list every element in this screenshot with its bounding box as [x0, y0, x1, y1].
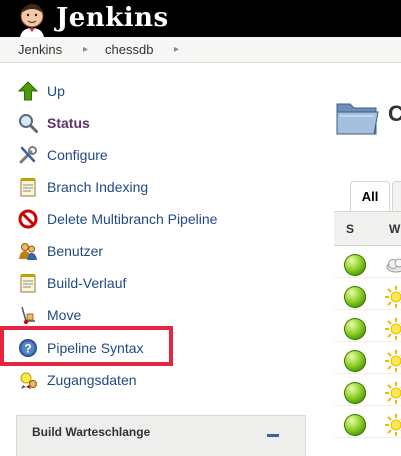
task-label[interactable]: Benutzer: [47, 243, 103, 259]
column-header-weather[interactable]: W: [389, 222, 400, 236]
task-label[interactable]: Zugangsdaten: [47, 372, 137, 388]
task-branch-indexing[interactable]: Branch Indexing: [18, 175, 278, 199]
page-title: C: [388, 101, 401, 126]
sunny-weather-icon: [385, 286, 401, 308]
task-delete-multibranch-pipeline[interactable]: Delete Multibranch Pipeline: [18, 207, 278, 231]
up-arrow-icon: [18, 81, 38, 101]
task-label[interactable]: Branch Indexing: [47, 179, 148, 195]
table-row: [334, 341, 401, 374]
task-label[interactable]: Configure: [47, 147, 108, 163]
chevron-right-icon[interactable]: ▸: [174, 37, 179, 62]
table-row: [334, 245, 401, 278]
task-status[interactable]: Status: [18, 111, 278, 135]
build-queue-title[interactable]: Build Warteschlange: [32, 425, 150, 439]
notepad-icon: [20, 178, 36, 197]
no-entry-icon: [18, 209, 38, 229]
folder-icon: [336, 103, 379, 135]
table-row: [334, 373, 401, 406]
task-up[interactable]: Up: [18, 79, 278, 103]
status-success-icon: [344, 350, 366, 372]
tab-all[interactable]: All: [350, 181, 390, 212]
table-header: S W: [334, 211, 401, 246]
sunny-weather-icon: [385, 318, 401, 340]
column-header-status[interactable]: S: [346, 222, 354, 236]
breadcrumb-item-chessdb[interactable]: chessdb: [105, 37, 153, 62]
brand-title[interactable]: Jenkins: [56, 1, 169, 35]
hand-truck-icon: [21, 306, 35, 324]
task-label[interactable]: Delete Multibranch Pipeline: [47, 211, 217, 227]
jenkins-butler-icon[interactable]: [14, 1, 50, 37]
highlight-box: [0, 326, 173, 366]
sunny-weather-icon: [385, 350, 401, 372]
task-label[interactable]: Move: [47, 307, 81, 323]
top-header: Jenkins: [0, 0, 401, 37]
tab-next[interactable]: [392, 181, 401, 212]
sunny-weather-icon: [385, 414, 401, 436]
status-success-icon: [344, 382, 366, 404]
cloudy-weather-icon: [386, 258, 401, 273]
table-row: [334, 277, 401, 310]
breadcrumb-item-jenkins[interactable]: Jenkins: [18, 37, 62, 62]
task-label[interactable]: Build-Verlauf: [47, 275, 126, 291]
status-success-icon: [344, 286, 366, 308]
status-success-icon: [344, 318, 366, 340]
table-row: [334, 309, 401, 342]
notepad-icon: [20, 274, 36, 293]
task-zugangsdaten[interactable]: Zugangsdaten: [18, 368, 278, 392]
magnifier-icon: [19, 114, 38, 133]
task-build-verlauf[interactable]: Build-Verlauf: [18, 271, 278, 295]
credentials-icon: [20, 372, 37, 389]
table-row: [334, 405, 401, 438]
task-label[interactable]: Status: [47, 115, 90, 131]
chevron-right-icon[interactable]: ▸: [83, 37, 88, 62]
users-icon: [19, 243, 37, 260]
status-success-icon: [344, 254, 366, 276]
task-move[interactable]: Move: [18, 303, 278, 327]
task-benutzer[interactable]: Benutzer: [18, 239, 278, 263]
status-success-icon: [344, 414, 366, 436]
task-configure[interactable]: Configure: [18, 143, 278, 167]
sunny-weather-icon: [385, 382, 401, 404]
wrench-screwdriver-icon: [19, 146, 37, 164]
minus-icon[interactable]: [267, 434, 279, 437]
task-label[interactable]: Up: [47, 83, 65, 99]
breadcrumb: Jenkins ▸ chessdb ▸: [0, 37, 401, 63]
